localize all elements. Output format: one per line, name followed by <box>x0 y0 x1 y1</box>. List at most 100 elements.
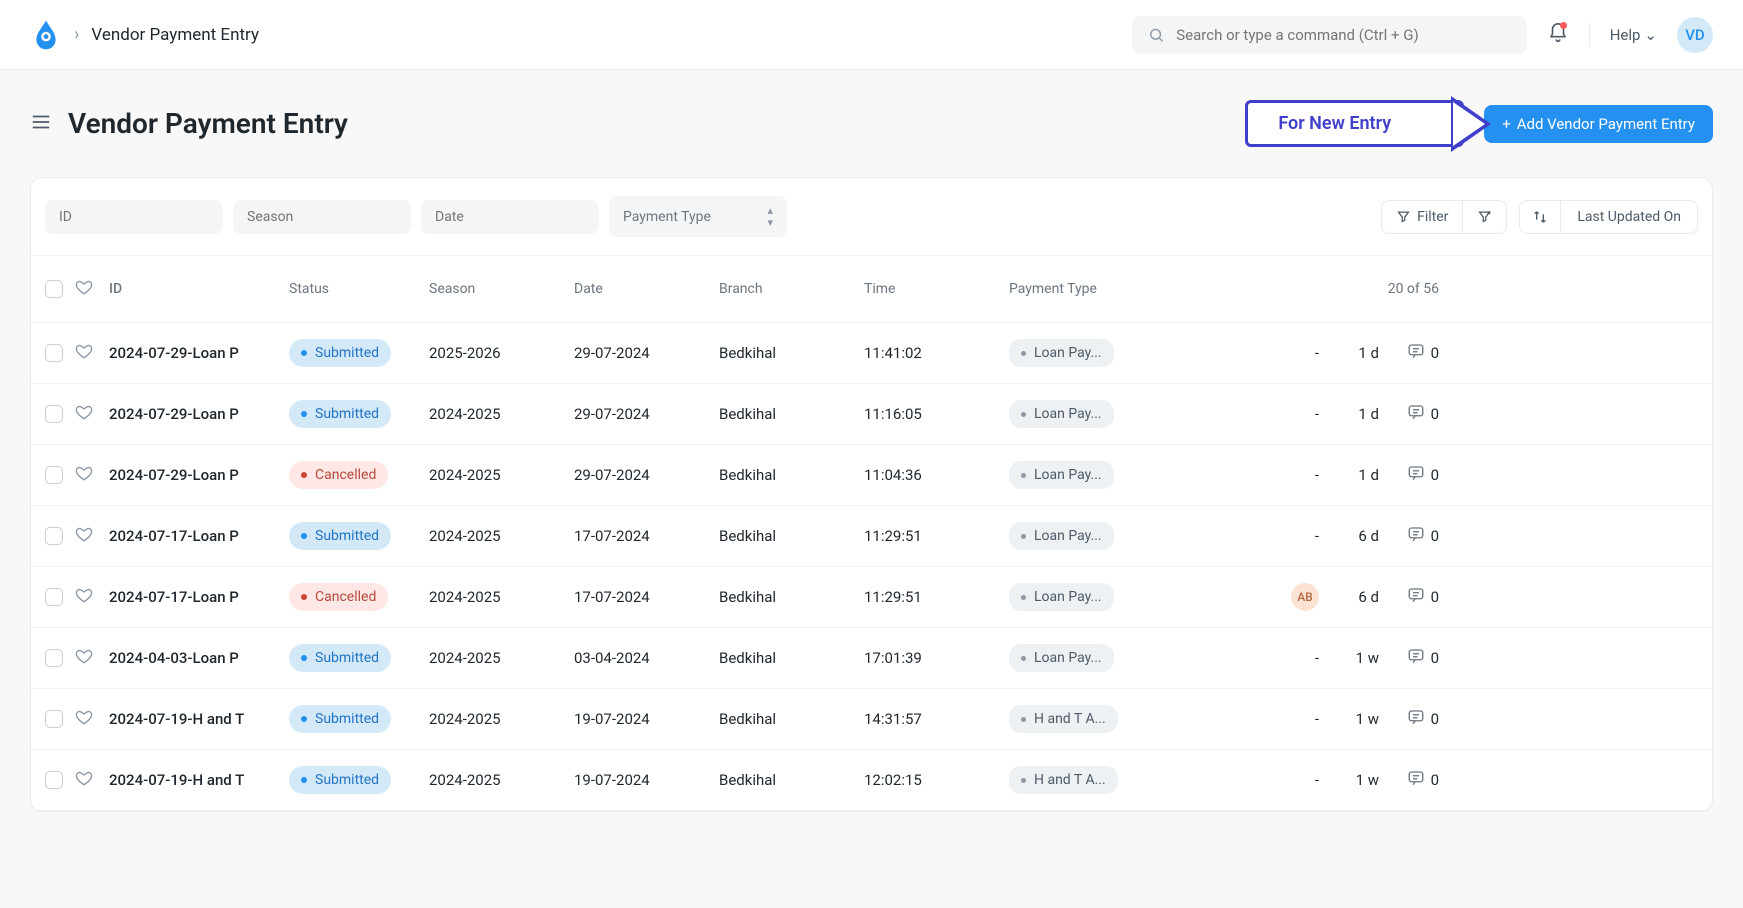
comment-count: 0 <box>1431 649 1439 667</box>
filter-id-input[interactable] <box>45 200 223 234</box>
row-checkbox[interactable] <box>45 710 63 728</box>
table-row[interactable]: 2024-07-17-Loan P Cancelled 2024-2025 17… <box>31 567 1712 628</box>
table-row[interactable]: 2024-04-03-Loan P Submitted 2024-2025 03… <box>31 628 1712 689</box>
favorite-all-icon[interactable] <box>75 278 93 300</box>
user-avatar[interactable]: VD <box>1677 17 1713 53</box>
table-row[interactable]: 2024-07-29-Loan P Cancelled 2024-2025 29… <box>31 445 1712 506</box>
row-branch: Bedkihal <box>719 344 864 362</box>
col-time[interactable]: Time <box>864 281 1009 297</box>
col-status[interactable]: Status <box>289 281 429 297</box>
row-date: 17-07-2024 <box>574 588 719 606</box>
row-updated: 1 d <box>1319 466 1379 484</box>
status-badge: Submitted <box>289 705 391 733</box>
list-card: Payment Type ▴▾ Filter L <box>30 177 1713 812</box>
filter-bar: Payment Type ▴▾ Filter L <box>31 178 1712 256</box>
row-checkbox[interactable] <box>45 466 63 484</box>
row-checkbox[interactable] <box>45 771 63 789</box>
app-logo[interactable] <box>30 19 62 51</box>
favorite-icon[interactable] <box>75 464 93 486</box>
row-branch: Bedkihal <box>719 649 864 667</box>
table-row[interactable]: 2024-07-17-Loan P Submitted 2024-2025 17… <box>31 506 1712 567</box>
row-time: 11:29:51 <box>864 588 1009 606</box>
select-all-checkbox[interactable] <box>45 280 63 298</box>
add-vendor-payment-button[interactable]: + Add Vendor Payment Entry <box>1484 105 1713 143</box>
row-id[interactable]: 2024-07-29-Loan P <box>109 344 289 362</box>
help-label: Help <box>1610 26 1641 44</box>
favorite-icon[interactable] <box>75 586 93 608</box>
table-row[interactable]: 2024-07-19-H and T Submitted 2024-2025 1… <box>31 750 1712 811</box>
comment-icon[interactable] <box>1407 342 1425 364</box>
row-id[interactable]: 2024-07-17-Loan P <box>109 588 289 606</box>
col-id[interactable]: ID <box>109 281 289 297</box>
row-checkbox[interactable] <box>45 649 63 667</box>
filter-payment-type-select[interactable]: Payment Type ▴▾ <box>609 196 787 237</box>
row-date: 17-07-2024 <box>574 527 719 545</box>
filter-season-input[interactable] <box>233 200 411 234</box>
col-date[interactable]: Date <box>574 281 719 297</box>
page-title: Vendor Payment Entry <box>68 107 348 140</box>
row-id[interactable]: 2024-04-03-Loan P <box>109 649 289 667</box>
row-updated: 6 d <box>1319 527 1379 545</box>
comment-icon[interactable] <box>1407 525 1425 547</box>
row-checkbox[interactable] <box>45 527 63 545</box>
favorite-icon[interactable] <box>75 769 93 791</box>
filter-button[interactable]: Filter <box>1382 201 1463 233</box>
row-checkbox[interactable] <box>45 588 63 606</box>
chevron-down-icon: ⌄ <box>1644 26 1657 44</box>
row-season: 2024-2025 <box>429 588 574 606</box>
table-row[interactable]: 2024-07-29-Loan P Submitted 2025-2026 29… <box>31 323 1712 384</box>
row-id[interactable]: 2024-07-29-Loan P <box>109 466 289 484</box>
row-id[interactable]: 2024-07-19-H and T <box>109 771 289 789</box>
row-updated: 1 d <box>1319 405 1379 423</box>
row-date: 19-07-2024 <box>574 710 719 728</box>
comment-icon[interactable] <box>1407 769 1425 791</box>
table-row[interactable]: 2024-07-19-H and T Submitted 2024-2025 1… <box>31 689 1712 750</box>
favorite-icon[interactable] <box>75 342 93 364</box>
comment-count: 0 <box>1431 466 1439 484</box>
favorite-icon[interactable] <box>75 403 93 425</box>
col-branch[interactable]: Branch <box>719 281 864 297</box>
status-badge: Submitted <box>289 644 391 672</box>
comment-icon[interactable] <box>1407 586 1425 608</box>
favorite-icon[interactable] <box>75 708 93 730</box>
row-avatar: AB <box>1291 583 1319 611</box>
help-menu[interactable]: Help ⌄ <box>1610 26 1657 44</box>
comment-icon[interactable] <box>1407 403 1425 425</box>
comment-icon[interactable] <box>1407 708 1425 730</box>
row-season: 2025-2026 <box>429 344 574 362</box>
favorite-icon[interactable] <box>75 647 93 669</box>
sort-field-button[interactable]: Last Updated On <box>1561 201 1697 233</box>
col-ptype[interactable]: Payment Type <box>1009 281 1269 297</box>
row-date: 19-07-2024 <box>574 771 719 789</box>
breadcrumb[interactable]: Vendor Payment Entry <box>91 25 259 45</box>
favorite-icon[interactable] <box>75 525 93 547</box>
row-id[interactable]: 2024-07-29-Loan P <box>109 405 289 423</box>
row-branch: Bedkihal <box>719 405 864 423</box>
clear-filter-button[interactable] <box>1463 201 1506 233</box>
menu-toggle[interactable] <box>30 111 52 137</box>
row-season: 2024-2025 <box>429 405 574 423</box>
row-date: 29-07-2024 <box>574 344 719 362</box>
row-checkbox[interactable] <box>45 344 63 362</box>
payment-type-tag: H and T A... <box>1009 766 1118 794</box>
row-id[interactable]: 2024-07-19-H and T <box>109 710 289 728</box>
search-input[interactable] <box>1176 26 1510 44</box>
row-date: 03-04-2024 <box>574 649 719 667</box>
sort-icon <box>1532 209 1548 225</box>
notification-button[interactable] <box>1547 22 1569 48</box>
col-season[interactable]: Season <box>429 281 574 297</box>
status-badge: Cancelled <box>289 461 388 489</box>
comment-icon[interactable] <box>1407 464 1425 486</box>
row-branch: Bedkihal <box>719 588 864 606</box>
row-season: 2024-2025 <box>429 771 574 789</box>
row-season: 2024-2025 <box>429 466 574 484</box>
row-id[interactable]: 2024-07-17-Loan P <box>109 527 289 545</box>
filter-date-input[interactable] <box>421 200 599 234</box>
row-time: 11:16:05 <box>864 405 1009 423</box>
sort-direction-button[interactable] <box>1520 201 1561 233</box>
comment-icon[interactable] <box>1407 647 1425 669</box>
row-time: 12:02:15 <box>864 771 1009 789</box>
row-checkbox[interactable] <box>45 405 63 423</box>
search-bar[interactable] <box>1132 16 1527 54</box>
table-row[interactable]: 2024-07-29-Loan P Submitted 2024-2025 29… <box>31 384 1712 445</box>
